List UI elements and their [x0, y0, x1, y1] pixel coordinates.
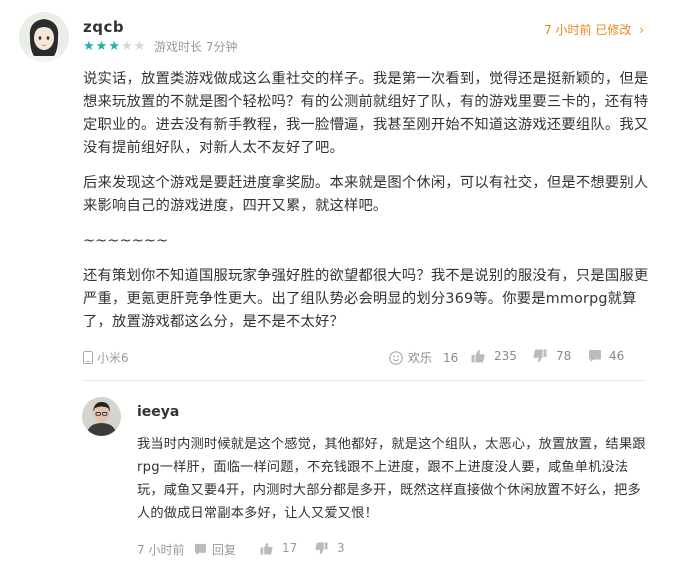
- reply-like-count: 17: [282, 541, 298, 555]
- reply-dislike-count: 3: [337, 541, 345, 555]
- comment-paragraph: 后来发现这个游戏是要赶进度拿奖励。本来就是图个休闲，可以有社交，但是不想要别人来…: [83, 175, 649, 214]
- username[interactable]: zqcb: [83, 18, 124, 36]
- star-empty-icon: ★: [120, 39, 133, 54]
- reply-time-label: 7 小时前: [137, 543, 185, 557]
- reply-button[interactable]: 46: [588, 349, 624, 363]
- like-button[interactable]: 235: [471, 349, 517, 363]
- happy-button[interactable]: 欢乐 16: [389, 349, 458, 366]
- comment-time-edited: 7 小时前 已修改 ›: [544, 21, 644, 38]
- device-name: 小米6: [97, 351, 129, 365]
- like-count: 235: [494, 349, 517, 363]
- playtime: 游戏时长 7分钟: [154, 40, 238, 54]
- comment-paragraph: ~~~~~~~: [83, 233, 169, 249]
- star-filled-icon: ★: [95, 39, 108, 54]
- comment-bubble-icon: [194, 543, 207, 556]
- reply-count: 46: [609, 349, 625, 363]
- comment-paragraph: 说实话，放置类游戏做成这么重社交的样子。我是第一次看到，觉得还是挺新颖的，但是想…: [83, 71, 649, 156]
- reply-username[interactable]: ieeya: [137, 404, 179, 420]
- star-filled-icon: ★: [83, 39, 95, 54]
- divider: [83, 380, 644, 381]
- reply-dislike-button[interactable]: 3: [315, 541, 345, 555]
- dislike-button[interactable]: 78: [533, 349, 571, 363]
- chevron-right-icon: ›: [639, 23, 644, 37]
- reply-like-button[interactable]: 17: [260, 541, 297, 555]
- comment-bubble-icon: [588, 349, 602, 363]
- thumbs-up-icon: [471, 349, 485, 363]
- time-edited-label: 7 小时前 已修改: [544, 23, 632, 37]
- reply-text: 我当时内测时候就是这个感觉，其他都好，就是这个组队，太恶心，放置放置，结果跟rp…: [137, 437, 646, 521]
- user-avatar[interactable]: [19, 12, 69, 62]
- rating-stars: ★ ★ ★ ★ ★: [83, 40, 145, 54]
- star-empty-icon: ★: [133, 39, 146, 54]
- dislike-count: 78: [556, 349, 572, 363]
- reply-reply-button[interactable]: 回复: [194, 541, 236, 558]
- comment-paragraph: 还有策划你不知道国服玩家争强好胜的欲望都很大吗？我不是说别的服没有，只是国服更严…: [83, 268, 649, 330]
- reply-user-avatar[interactable]: [82, 397, 121, 436]
- star-filled-icon: ★: [108, 39, 120, 54]
- thumbs-down-icon: [533, 349, 547, 363]
- happy-count: 16: [443, 350, 459, 365]
- phone-icon: [83, 351, 93, 364]
- thumbs-up-icon: [260, 542, 273, 555]
- device-info: 小米6: [83, 349, 129, 366]
- smile-icon: [389, 350, 403, 365]
- reply-label: 回复: [212, 543, 237, 557]
- reply-time: 7 小时前: [137, 541, 184, 558]
- happy-label: 欢乐: [408, 351, 433, 365]
- thumbs-down-icon: [315, 541, 328, 555]
